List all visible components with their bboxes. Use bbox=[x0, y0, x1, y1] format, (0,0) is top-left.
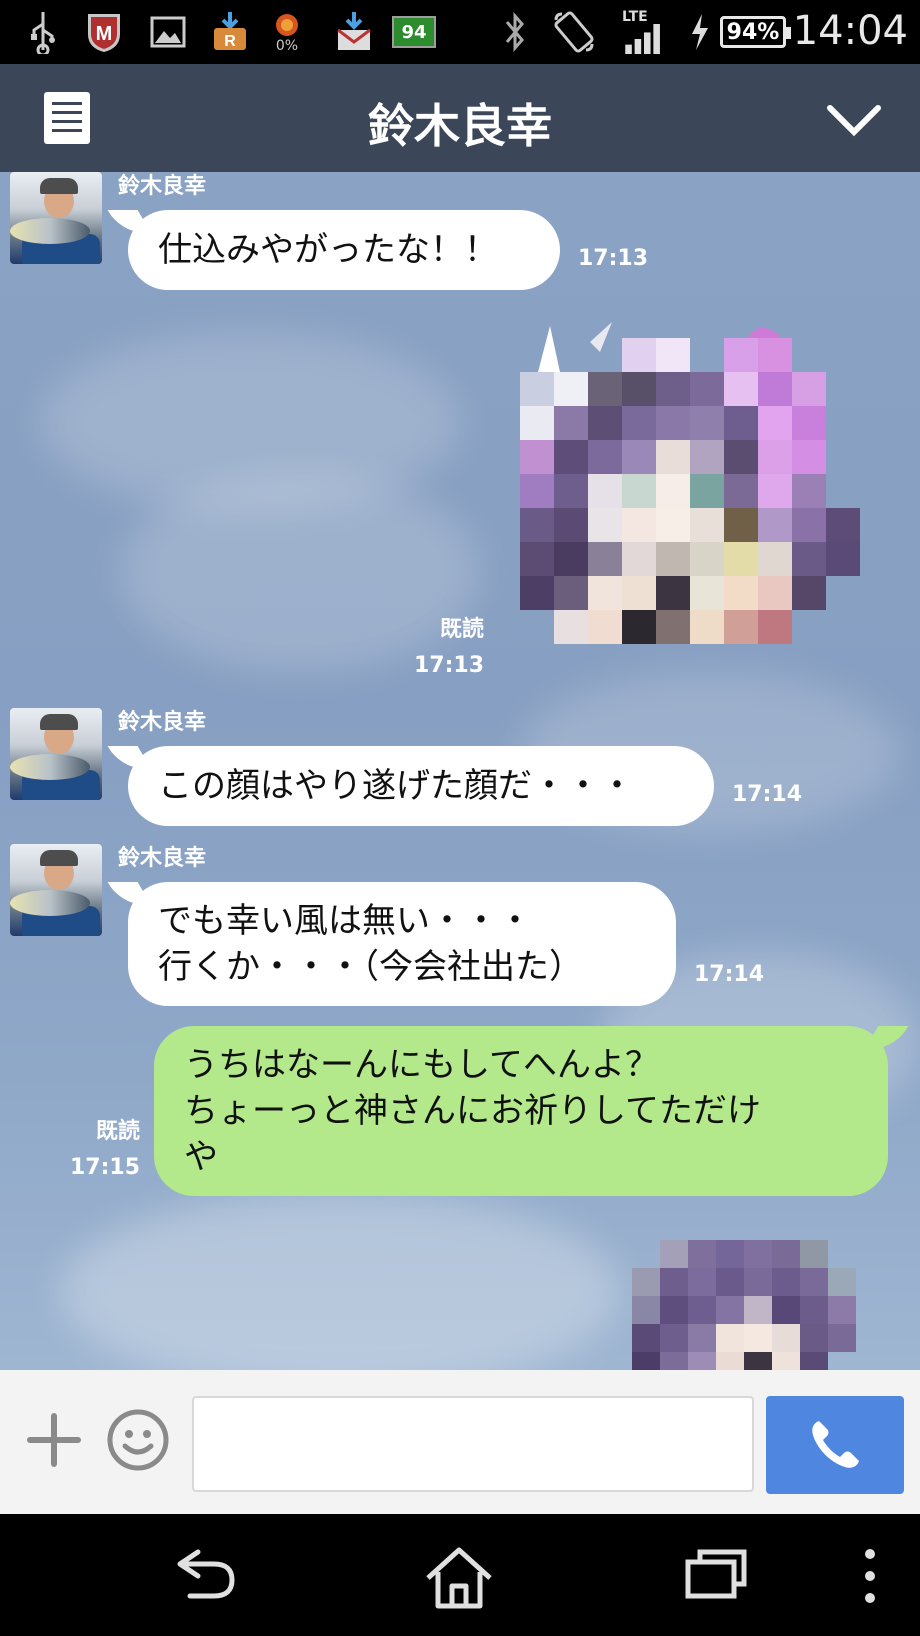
recent-apps-icon[interactable] bbox=[684, 1546, 748, 1602]
message-line: や bbox=[184, 1137, 218, 1177]
battery-icon: 94% bbox=[720, 16, 791, 48]
sender-name: 鈴木良幸 bbox=[118, 846, 207, 871]
svg-text:M: M bbox=[96, 23, 113, 45]
avatar[interactable] bbox=[10, 708, 102, 800]
message-line: でも幸い風は無い・・・ bbox=[158, 901, 532, 941]
network-type: LTE bbox=[622, 9, 648, 25]
phone-icon bbox=[812, 1421, 859, 1468]
call-button[interactable] bbox=[766, 1396, 904, 1494]
sticker-image-partial[interactable] bbox=[630, 1230, 870, 1370]
notification-94-icon: 94 bbox=[392, 16, 436, 48]
emoji-icon[interactable] bbox=[106, 1408, 170, 1472]
signal-icon: LTE bbox=[622, 10, 666, 54]
message-time: 17:15 bbox=[69, 1155, 140, 1180]
overflow-menu-icon[interactable] bbox=[860, 1546, 880, 1606]
read-label: 既読 bbox=[95, 1119, 140, 1144]
rotate-icon bbox=[552, 10, 596, 54]
image-icon bbox=[150, 10, 186, 54]
read-receipt: 既読 17:15 bbox=[60, 1114, 140, 1186]
mcafee-icon: M bbox=[84, 10, 124, 54]
clock: 14:04 bbox=[792, 8, 908, 54]
message-bubble[interactable]: でも幸い風は無い・・・ 行くか・・・（今会社出た） bbox=[128, 882, 676, 1006]
chat-header: 鈴木良幸 bbox=[0, 64, 920, 172]
message-line: うちはなーんにもしてへんよ？ bbox=[184, 1045, 659, 1085]
sender-name: 鈴木良幸 bbox=[118, 710, 207, 735]
message-input[interactable] bbox=[192, 1396, 754, 1492]
message-time: 17:13 bbox=[578, 246, 649, 271]
input-bar bbox=[0, 1370, 920, 1514]
message-time: 17:13 bbox=[413, 653, 484, 678]
sticker-image[interactable] bbox=[520, 312, 890, 652]
storage-percent: 0% bbox=[275, 38, 299, 54]
status-bar: M R 0% 94 LTE 94% 14:04 bbox=[0, 0, 920, 64]
svg-text:R: R bbox=[224, 33, 236, 50]
chat-area[interactable]: 鈴木良幸 仕込みやがったな！！ 17:13 既読 17:13 鈴木良幸 この顔は… bbox=[0, 172, 920, 1370]
message-text: 仕込みやがったな！！ bbox=[158, 230, 498, 270]
message-time: 17:14 bbox=[694, 962, 765, 987]
bluetooth-icon bbox=[500, 10, 530, 54]
message-bubble[interactable]: この顔はやり遂げた顔だ・・・ bbox=[128, 746, 714, 826]
sender-name: 鈴木良幸 bbox=[118, 174, 207, 199]
navigation-bar bbox=[0, 1514, 920, 1636]
download-r-icon: R bbox=[210, 10, 250, 54]
chevron-down-icon[interactable] bbox=[826, 94, 882, 144]
message-line: ちょーっと神さんにお祈りしてただけ bbox=[184, 1091, 761, 1131]
plus-icon[interactable] bbox=[24, 1410, 84, 1470]
read-receipt: 既読 17:13 bbox=[400, 612, 484, 684]
avatar[interactable] bbox=[10, 172, 102, 264]
flame-icon: 0% bbox=[272, 10, 302, 54]
avatar[interactable] bbox=[10, 844, 102, 936]
usb-icon bbox=[28, 10, 58, 54]
message-bubble[interactable]: 仕込みやがったな！！ bbox=[128, 210, 560, 290]
chat-title: 鈴木良幸 bbox=[368, 99, 552, 153]
read-label: 既読 bbox=[439, 617, 484, 642]
message-time: 17:14 bbox=[732, 782, 803, 807]
message-bubble[interactable]: うちはなーんにもしてへんよ？ ちょーっと神さんにお祈りしてただけ や bbox=[154, 1026, 888, 1196]
mail-download-icon bbox=[334, 10, 374, 54]
message-text: この顔はやり遂げた顔だ・・・ bbox=[158, 766, 634, 806]
home-icon[interactable] bbox=[424, 1546, 494, 1610]
back-icon[interactable] bbox=[170, 1546, 240, 1606]
message-line: 行くか・・・（今会社出た） bbox=[158, 947, 583, 987]
charging-icon bbox=[688, 10, 712, 54]
